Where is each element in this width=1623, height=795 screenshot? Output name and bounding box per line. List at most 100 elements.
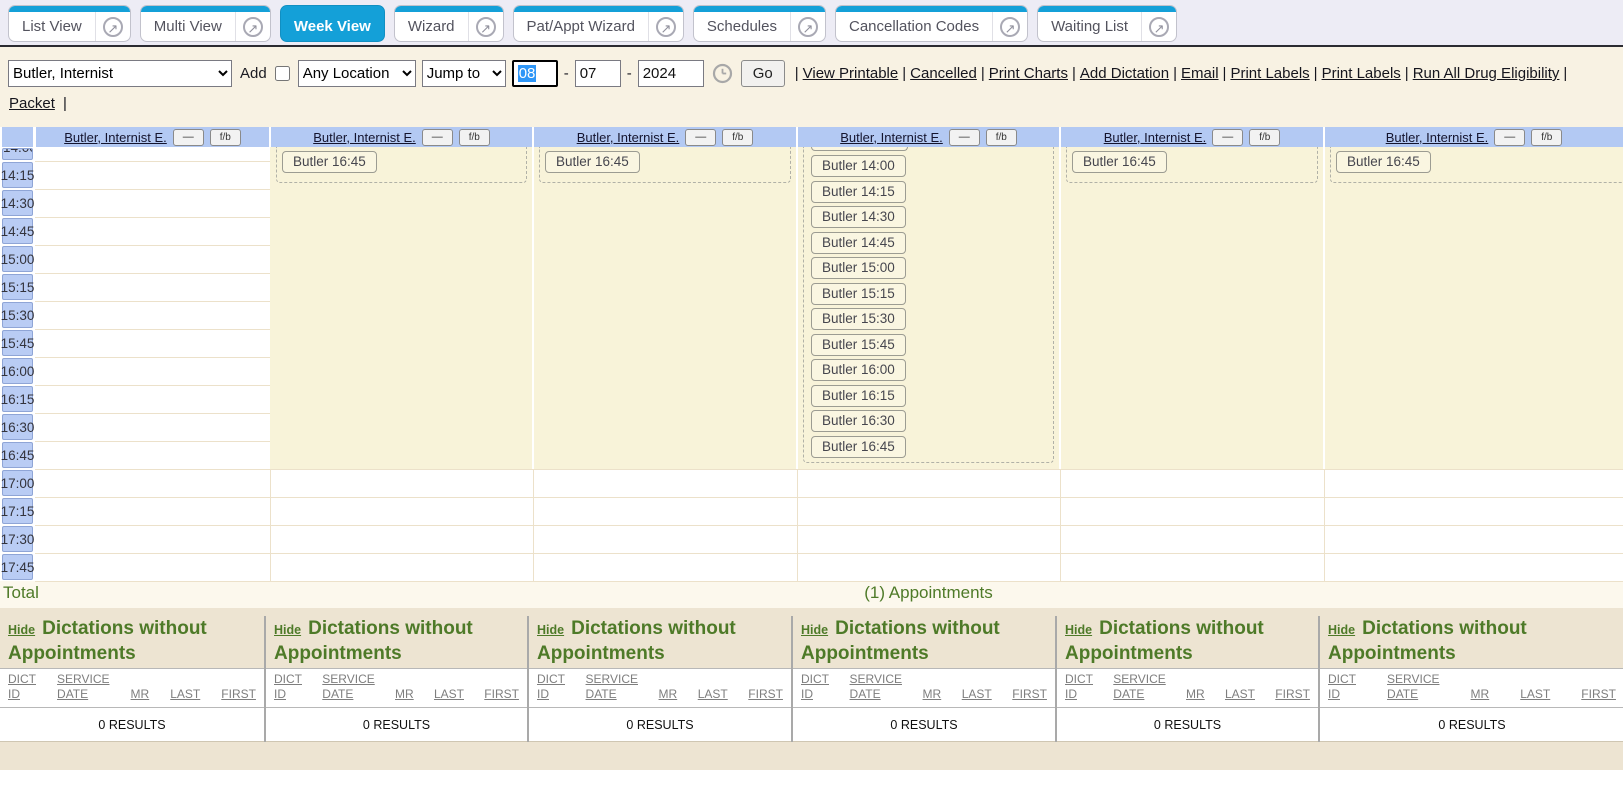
- slot-button[interactable]: Butler 16:30: [811, 410, 906, 432]
- column-provider-link[interactable]: Butler, Internist E.: [577, 130, 680, 145]
- column-header-link[interactable]: SERVICE: [57, 672, 109, 687]
- column-fb-button[interactable]: f/b: [459, 129, 490, 146]
- toolbar-link-print-charts[interactable]: Print Charts: [989, 65, 1068, 82]
- column-header-link[interactable]: LAST: [1225, 687, 1255, 702]
- column-header-link[interactable]: MR: [1471, 687, 1490, 702]
- column-collapse-button[interactable]: —: [422, 129, 453, 146]
- hide-dictations-link[interactable]: Hide: [1065, 623, 1092, 637]
- tab-schedules[interactable]: Schedules↗: [693, 5, 826, 42]
- location-select[interactable]: Any Location: [298, 60, 416, 87]
- date-month-input[interactable]: 08: [512, 60, 558, 87]
- date-year-input[interactable]: [638, 60, 704, 87]
- column-fb-button[interactable]: f/b: [1531, 129, 1562, 146]
- column-provider-link[interactable]: Butler, Internist E.: [64, 130, 167, 145]
- clock-icon[interactable]: [712, 63, 733, 84]
- tab-popout-area[interactable]: ↗: [648, 12, 683, 41]
- slot-button[interactable]: Butler 15:30: [811, 308, 906, 330]
- column-header-link[interactable]: DICT: [1328, 672, 1356, 687]
- column-header-link[interactable]: MR: [395, 687, 414, 702]
- column-collapse-button[interactable]: —: [949, 129, 980, 146]
- column-header-link[interactable]: LAST: [1520, 687, 1550, 702]
- column-header-link[interactable]: DICT: [8, 672, 36, 687]
- column-header-link[interactable]: SERVICE: [1113, 672, 1165, 687]
- toolbar-link-print-labels[interactable]: Print Labels: [1322, 65, 1401, 82]
- column-header-link[interactable]: LAST: [698, 687, 728, 702]
- toolbar-link-add-dictation[interactable]: Add Dictation: [1080, 65, 1169, 82]
- column-header-link[interactable]: FIRST: [484, 687, 519, 702]
- tab-popout-area[interactable]: ↗: [235, 12, 270, 41]
- slot-button-clipped[interactable]: [811, 147, 908, 151]
- tab-pat-appt-wizard[interactable]: Pat/Appt Wizard↗: [513, 5, 684, 42]
- column-header-link[interactable]: MR: [131, 687, 150, 702]
- slot-button[interactable]: Butler 14:15: [811, 181, 906, 203]
- add-checkbox[interactable]: [275, 66, 290, 81]
- tab-popout-area[interactable]: ↗: [95, 12, 130, 41]
- column-header-link[interactable]: DATE: [850, 687, 902, 702]
- column-header-link[interactable]: DICT: [274, 672, 302, 687]
- column-collapse-button[interactable]: —: [1212, 129, 1243, 146]
- column-header-link[interactable]: FIRST: [221, 687, 256, 702]
- tab-multi-view[interactable]: Multi View↗: [140, 5, 271, 42]
- slot-button[interactable]: Butler 16:15: [811, 385, 906, 407]
- column-header-link[interactable]: FIRST: [748, 687, 783, 702]
- column-header-link[interactable]: LAST: [962, 687, 992, 702]
- column-fb-button[interactable]: f/b: [986, 129, 1017, 146]
- column-header-link[interactable]: FIRST: [1012, 687, 1047, 702]
- column-header-link[interactable]: ID: [8, 687, 36, 702]
- date-day-input[interactable]: [575, 60, 621, 87]
- slot-button[interactable]: Butler 15:45: [811, 334, 906, 356]
- slot-button[interactable]: Butler 14:45: [811, 232, 906, 254]
- column-header-link[interactable]: ID: [1065, 687, 1093, 702]
- column-fb-button[interactable]: f/b: [210, 129, 241, 146]
- column-header-link[interactable]: DICT: [537, 672, 565, 687]
- hide-dictations-link[interactable]: Hide: [537, 623, 564, 637]
- go-button[interactable]: Go: [741, 60, 785, 87]
- tab-week-view[interactable]: Week View: [280, 5, 385, 42]
- column-header-link[interactable]: DICT: [1065, 672, 1093, 687]
- tab-popout-area[interactable]: ↗: [468, 12, 503, 41]
- column-collapse-button[interactable]: —: [1494, 129, 1525, 146]
- column-provider-link[interactable]: Butler, Internist E.: [1386, 130, 1489, 145]
- toolbar-link-run-all-drug-eligibility[interactable]: Run All Drug Eligibility: [1413, 65, 1560, 82]
- column-provider-link[interactable]: Butler, Internist E.: [1104, 130, 1207, 145]
- packet-link[interactable]: Packet: [9, 95, 55, 112]
- column-header-link[interactable]: ID: [801, 687, 829, 702]
- column-header-link[interactable]: LAST: [434, 687, 464, 702]
- slot-button[interactable]: Butler 16:45: [811, 436, 906, 458]
- column-header-link[interactable]: ID: [274, 687, 302, 702]
- column-header-link[interactable]: SERVICE: [850, 672, 902, 687]
- column-header-link[interactable]: MR: [659, 687, 678, 702]
- column-header-link[interactable]: SERVICE: [1387, 672, 1439, 687]
- column-collapse-button[interactable]: —: [173, 129, 204, 146]
- tab-popout-area[interactable]: ↗: [992, 12, 1027, 41]
- column-header-link[interactable]: MR: [923, 687, 942, 702]
- column-header-link[interactable]: DATE: [586, 687, 638, 702]
- jump-to-select[interactable]: Jump to: [422, 60, 506, 87]
- toolbar-link-email[interactable]: Email: [1181, 65, 1219, 82]
- toolbar-link-view-printable[interactable]: View Printable: [803, 65, 899, 82]
- column-fb-button[interactable]: f/b: [722, 129, 753, 146]
- tab-waiting-list[interactable]: Waiting List↗: [1037, 5, 1177, 42]
- column-header-link[interactable]: SERVICE: [322, 672, 374, 687]
- column-provider-link[interactable]: Butler, Internist E.: [313, 130, 416, 145]
- tab-popout-area[interactable]: ↗: [790, 12, 825, 41]
- toolbar-link-cancelled[interactable]: Cancelled: [910, 65, 977, 82]
- column-header-link[interactable]: FIRST: [1275, 687, 1310, 702]
- toolbar-link-print-labels[interactable]: Print Labels: [1230, 65, 1309, 82]
- column-provider-link[interactable]: Butler, Internist E.: [840, 130, 943, 145]
- column-fb-button[interactable]: f/b: [1249, 129, 1280, 146]
- slot-button[interactable]: Butler 15:15: [811, 283, 906, 305]
- slot-button[interactable]: Butler 16:45: [545, 151, 640, 173]
- slot-button[interactable]: Butler 16:00: [811, 359, 906, 381]
- column-header-link[interactable]: MR: [1186, 687, 1205, 702]
- provider-select[interactable]: Butler, Internist: [8, 60, 232, 87]
- column-header-link[interactable]: DATE: [1387, 687, 1439, 702]
- slot-button[interactable]: Butler 14:30: [811, 206, 906, 228]
- slot-button[interactable]: Butler 16:45: [1072, 151, 1167, 173]
- hide-dictations-link[interactable]: Hide: [1328, 623, 1355, 637]
- slot-button[interactable]: Butler 15:00: [811, 257, 906, 279]
- tab-cancellation-codes[interactable]: Cancellation Codes↗: [835, 5, 1028, 42]
- hide-dictations-link[interactable]: Hide: [274, 623, 301, 637]
- column-header-link[interactable]: SERVICE: [586, 672, 638, 687]
- column-collapse-button[interactable]: —: [685, 129, 716, 146]
